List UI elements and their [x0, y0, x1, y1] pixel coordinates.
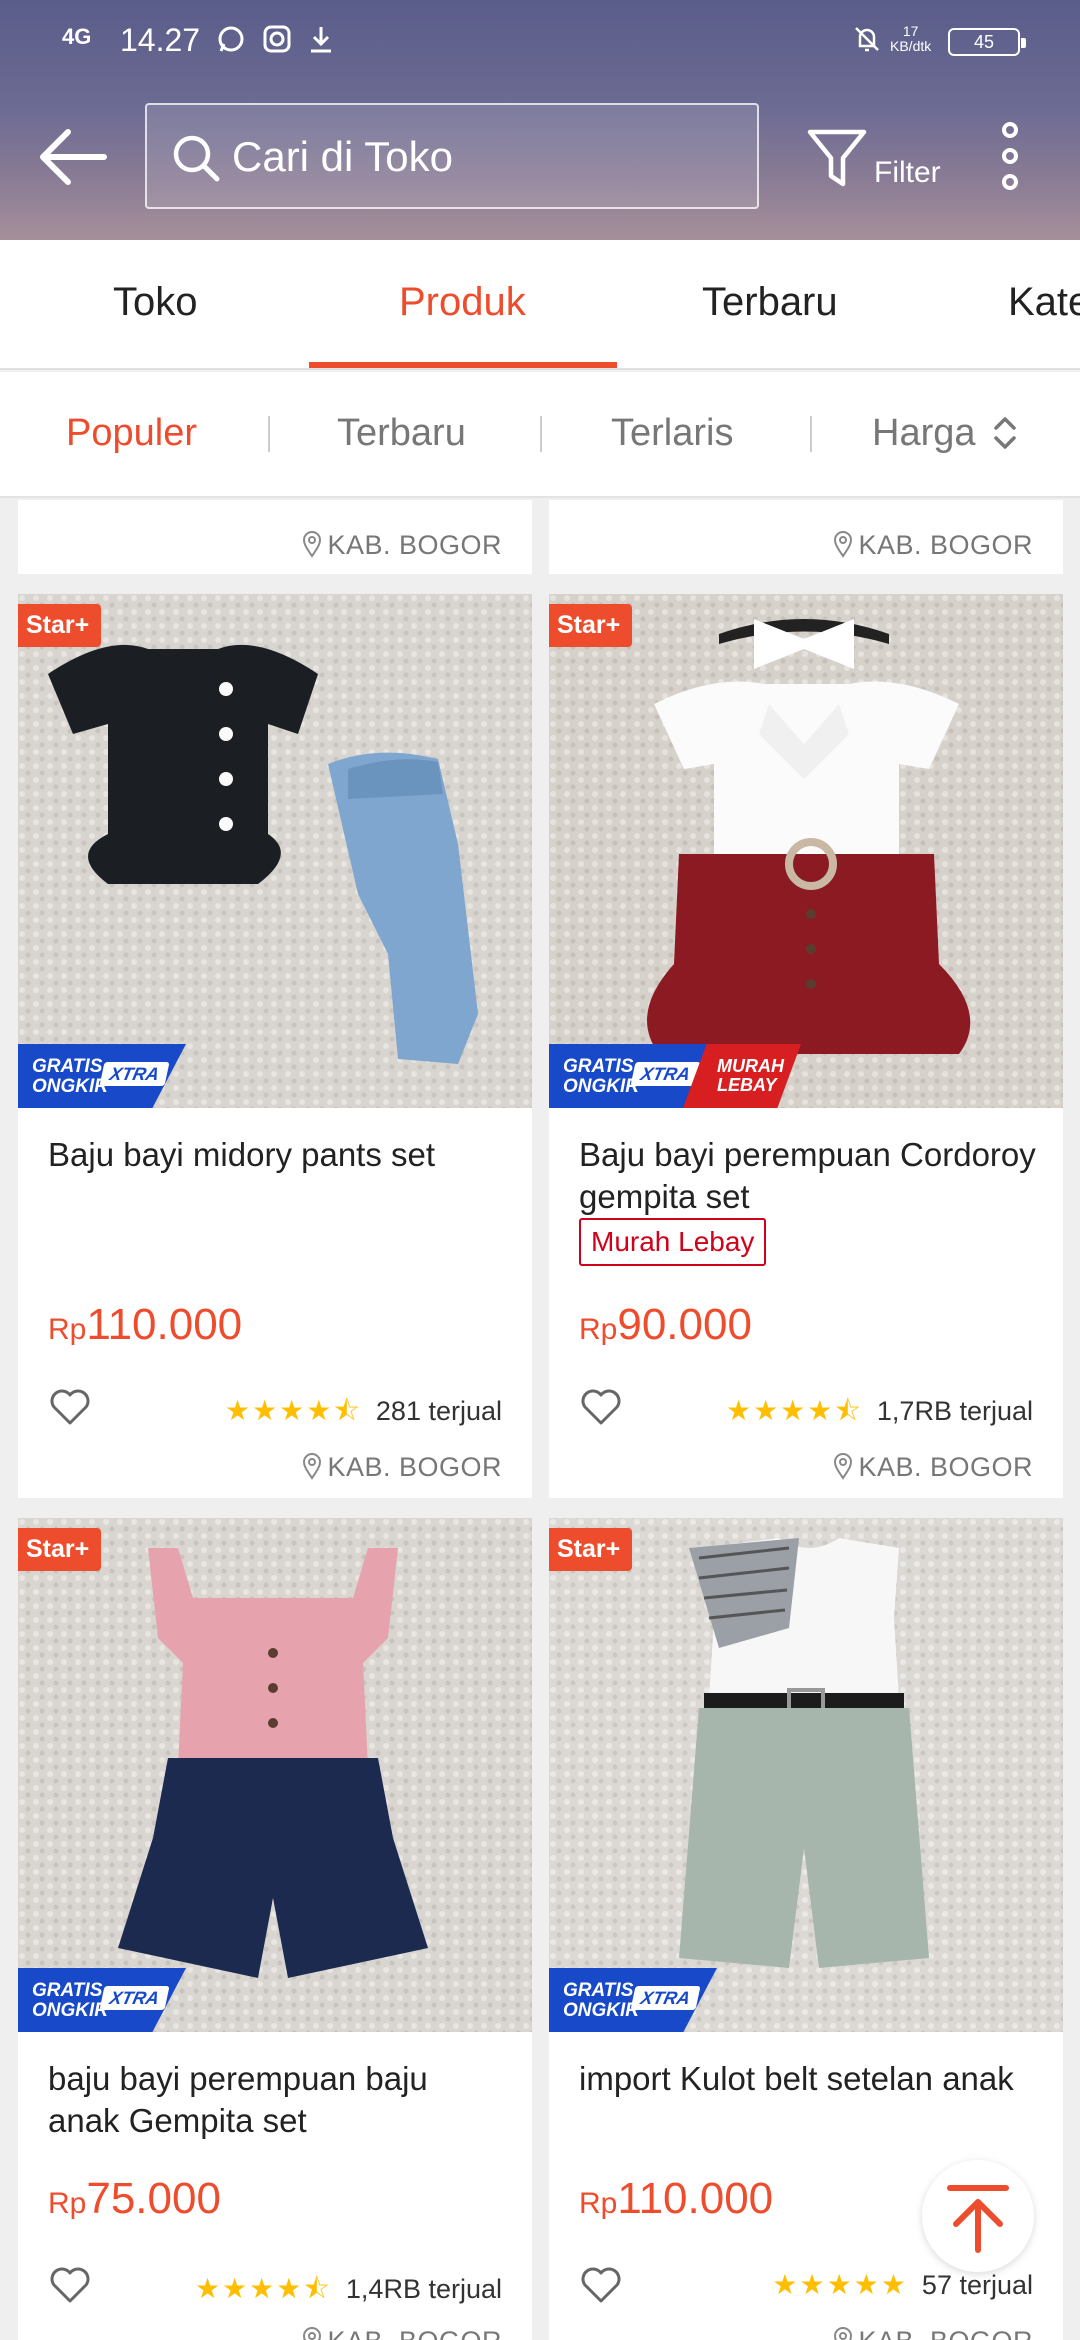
product-image[interactable]: Star+ GRATIS ONGKIR XTRA MURAH LEBAY [549, 594, 1063, 1108]
product-price: Rp110.000 [48, 1300, 243, 1349]
product-card-partial[interactable]: KAB. BOGOR [549, 500, 1063, 574]
scroll-to-top-button[interactable] [922, 2160, 1034, 2272]
instagram-icon [263, 25, 291, 53]
product-card-partial[interactable]: KAB. BOGOR [18, 500, 532, 574]
location-label: KAB. BOGOR [832, 530, 1033, 561]
shop-tabs: Toko Produk Terbaru Kate [0, 240, 1080, 370]
sort-terbaru[interactable]: Terbaru [337, 412, 466, 455]
location-label: KAB. BOGOR [301, 530, 502, 561]
star-plus-badge: Star+ [549, 604, 633, 647]
star-plus-badge: Star+ [18, 604, 102, 647]
star-plus-badge: Star+ [549, 1528, 633, 1571]
sort-harga[interactable]: Harga [872, 412, 976, 455]
sort-bar: Populer Terbaru Terlaris Harga [0, 372, 1080, 498]
location-label: KAB. BOGOR [832, 1452, 1033, 1483]
location-pin-icon [303, 2327, 322, 2340]
rating-stars: ★★★★⯪ [194, 2273, 332, 2304]
product-price: Rp110.000 [579, 2174, 774, 2223]
heart-icon[interactable] [579, 1386, 623, 1426]
tab-toko[interactable]: Toko [113, 280, 198, 325]
divider [268, 416, 270, 452]
app-header: 4G 14.27 17 KB/dtk 45 Cari di Toko Filter [0, 0, 1080, 240]
product-name: baju bayi perempuan baju anak Gempita se… [48, 2060, 428, 2139]
product-photo [18, 594, 532, 1108]
heart-icon[interactable] [48, 1386, 92, 1426]
product-image[interactable]: Star+ GRATIS ONGKIR XTRA [18, 1518, 532, 2032]
location-label: KAB. BOGOR [301, 1452, 502, 1483]
location-pin-icon [834, 1453, 853, 1480]
product-photo [549, 1518, 1063, 2032]
product-name: Baju bayi midory pants set [48, 1136, 436, 1173]
location-pin-icon [834, 531, 853, 558]
active-tab-indicator [309, 362, 617, 368]
filter-button[interactable]: Filter [806, 120, 946, 200]
murah-lebay-tag: Murah Lebay [579, 1218, 767, 1266]
product-price: Rp75.000 [48, 2174, 221, 2223]
rating-stars: ★★★★★ [772, 2269, 908, 2300]
battery-indicator: 45 [948, 28, 1026, 56]
product-name: import Kulot belt setelan anak [579, 2060, 1014, 2097]
rating-sold: ★★★★⯪ 1,4RB terjual [194, 2273, 502, 2304]
sort-updown-icon[interactable] [990, 412, 1020, 454]
filter-label: Filter [874, 156, 941, 189]
rating-stars: ★★★★⯪ [224, 1395, 362, 1426]
rating-sold: ★★★★★ 57 terjual [772, 2269, 1033, 2300]
product-price: Rp90.000 [579, 1300, 752, 1349]
rating-sold: ★★★★⯪ 1,7RB terjual [725, 1395, 1033, 1426]
mute-icon [855, 27, 879, 52]
network-speed: 17 KB/dtk [890, 23, 932, 54]
network-indicator: 4G [62, 24, 92, 49]
product-name: Baju bayi perempuan Cordoroy gempita set [579, 1136, 1036, 1215]
divider [810, 416, 812, 452]
star-plus-badge: Star+ [18, 1528, 102, 1571]
arrow-up-icon [947, 2185, 1009, 2253]
heart-icon[interactable] [48, 2264, 92, 2304]
sort-terlaris[interactable]: Terlaris [611, 412, 733, 455]
tab-kategori[interactable]: Kate [1008, 280, 1080, 325]
location-label: KAB. BOGOR [301, 2326, 502, 2340]
download-icon [311, 27, 331, 53]
product-image[interactable]: Star+ GRATIS ONGKIR XTRA [549, 1518, 1063, 2032]
product-card[interactable]: Star+ GRATIS ONGKIR XTRA MURAH LEBAY Baju b… [549, 594, 1063, 1498]
product-photo [549, 594, 1063, 1108]
product-photo [18, 1518, 532, 2032]
search-icon [173, 135, 220, 182]
tab-produk[interactable]: Produk [399, 280, 526, 325]
location-pin-icon [303, 1453, 322, 1480]
product-image[interactable]: Star+ GRATIS ONGKIR XTRA [18, 594, 532, 1108]
location-pin-icon [303, 531, 322, 558]
product-card[interactable]: Star+ GRATIS ONGKIR XTRA Baju bayi midory … [18, 594, 532, 1498]
whatsapp-icon [218, 26, 244, 52]
product-card[interactable]: Star+ GRATIS ONGKIR XTRA baju bayi perempu… [18, 1518, 532, 2340]
filter-icon [807, 129, 867, 187]
divider [540, 416, 542, 452]
status-bar: 4G 14.27 17 KB/dtk 45 [0, 0, 1080, 80]
heart-icon[interactable] [579, 2264, 623, 2304]
back-arrow-icon[interactable] [36, 120, 110, 194]
location-pin-icon [834, 2327, 853, 2340]
sort-populer[interactable]: Populer [66, 412, 197, 455]
search-placeholder: Cari di Toko [232, 133, 453, 180]
rating-stars: ★★★★⯪ [725, 1395, 863, 1426]
location-label: KAB. BOGOR [832, 2326, 1033, 2340]
tab-terbaru[interactable]: Terbaru [702, 280, 838, 325]
rating-sold: ★★★★⯪ 281 terjual [224, 1395, 502, 1426]
status-time: 14.27 [120, 22, 201, 58]
more-options-icon[interactable] [990, 118, 1030, 194]
search-input[interactable]: Cari di Toko [145, 103, 759, 209]
